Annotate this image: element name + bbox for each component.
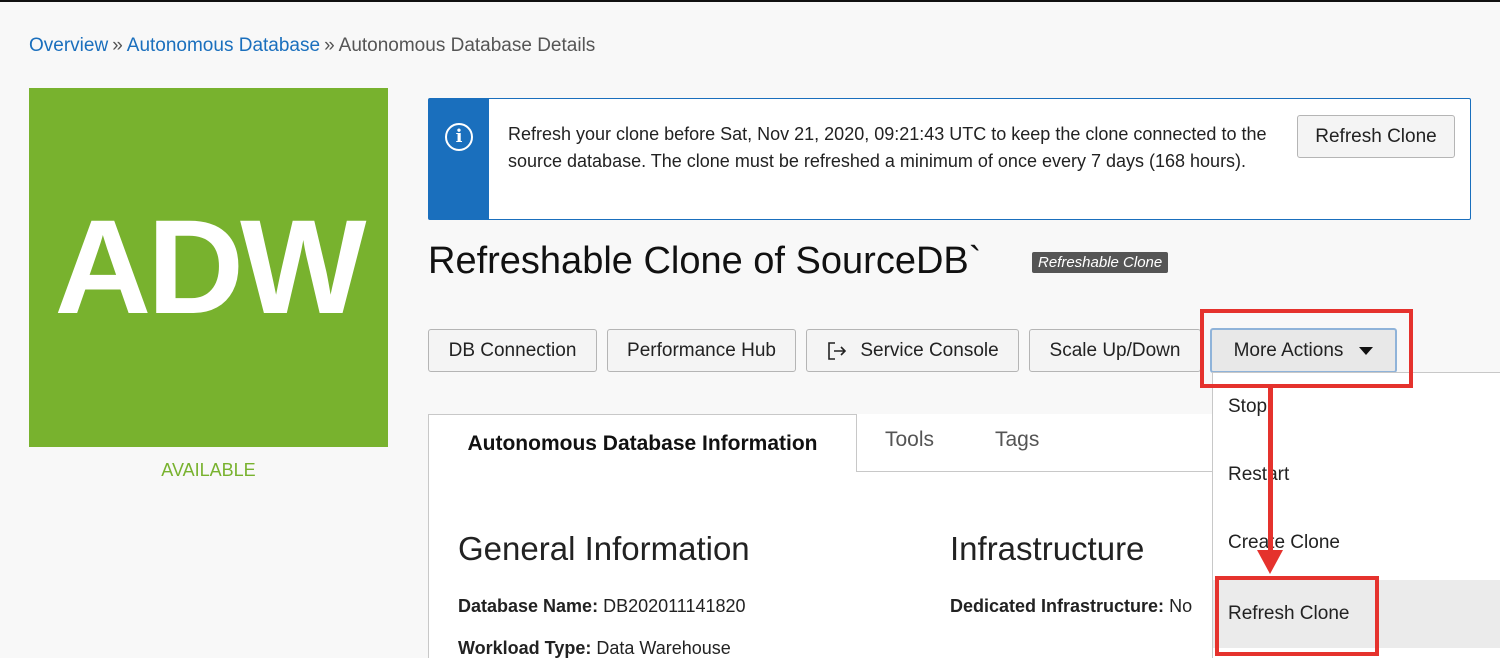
page-title: Refreshable Clone of SourceDB`: [428, 240, 982, 282]
info-banner: i Refresh your clone before Sat, Nov 21,…: [428, 98, 1471, 220]
database-name-field: Database Name: DB202011141820: [458, 596, 746, 617]
tab-tags[interactable]: Tags: [995, 428, 1039, 452]
banner-message: Refresh your clone before Sat, Nov 21, 2…: [508, 124, 1267, 171]
refreshable-clone-badge: Refreshable Clone: [1032, 252, 1169, 273]
database-type-tile: ADW: [29, 88, 388, 447]
annotation-highlight-more-actions: [1200, 309, 1413, 388]
annotation-arrow-head-icon: [1257, 550, 1283, 574]
annotation-highlight-refresh-clone: [1215, 576, 1379, 656]
dedicated-infrastructure-label: Dedicated Infrastructure:: [950, 596, 1165, 616]
banner-refresh-clone-button[interactable]: Refresh Clone: [1297, 115, 1455, 158]
banner-icon-strip: i: [429, 99, 489, 219]
database-name-value: DB202011141820: [603, 596, 746, 616]
breadcrumb-autonomous-database[interactable]: Autonomous Database: [127, 35, 320, 56]
general-information-heading: General Information: [458, 530, 750, 567]
external-link-icon: [828, 341, 847, 360]
breadcrumb-overview[interactable]: Overview: [29, 35, 108, 56]
workload-type-field: Workload Type: Data Warehouse: [458, 638, 731, 658]
status-label: AVAILABLE: [161, 460, 256, 480]
tile-label: ADW: [54, 193, 366, 342]
info-icon: i: [445, 123, 473, 151]
dedicated-infrastructure-field: Dedicated Infrastructure: No: [950, 596, 1192, 617]
tab-divider: [856, 471, 1216, 472]
scale-up-down-button[interactable]: Scale Up/Down: [1029, 329, 1201, 372]
workload-type-value: Data Warehouse: [596, 638, 731, 658]
db-connection-button[interactable]: DB Connection: [428, 329, 597, 372]
breadcrumb-separator: »: [324, 35, 335, 56]
workload-type-label: Workload Type:: [458, 638, 592, 658]
database-name-label: Database Name:: [458, 596, 599, 616]
menu-item-restart[interactable]: Restart: [1213, 441, 1500, 509]
breadcrumb-current: Autonomous Database Details: [338, 35, 596, 56]
service-console-button[interactable]: Service Console: [806, 329, 1019, 372]
dedicated-infrastructure-value: No: [1169, 596, 1193, 616]
infrastructure-heading: Infrastructure: [950, 530, 1145, 567]
breadcrumb: Overview» Autonomous Database» Autonomous …: [29, 35, 595, 57]
breadcrumb-separator: »: [112, 35, 123, 56]
annotation-arrow-line: [1268, 387, 1273, 552]
performance-hub-button[interactable]: Performance Hub: [607, 329, 796, 372]
tab-tools[interactable]: Tools: [885, 428, 934, 452]
tab-autonomous-database-information[interactable]: Autonomous Database Information: [428, 414, 857, 472]
service-console-label: Service Console: [860, 339, 999, 361]
